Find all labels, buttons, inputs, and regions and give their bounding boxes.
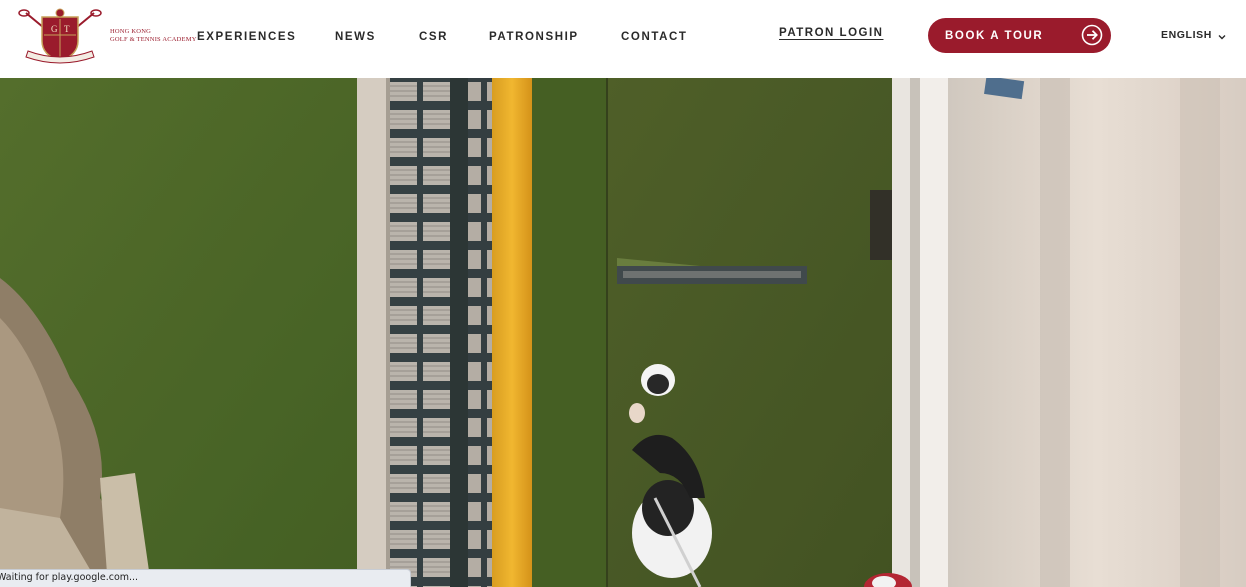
- logo-name-line2: GOLF & TENNIS ACADEMY: [110, 36, 197, 43]
- crest-letter-g: G: [51, 24, 58, 34]
- hero-video[interactable]: [0, 78, 1246, 587]
- patron-login-link[interactable]: PATRON LOGIN: [779, 27, 883, 39]
- book-a-tour-button[interactable]: BOOK A TOUR: [928, 18, 1111, 53]
- logo-name-line1: HONG KONG: [110, 28, 151, 35]
- nav-patronship[interactable]: PATRONSHIP: [489, 30, 579, 44]
- language-selector[interactable]: ENGLISH: [1161, 28, 1226, 41]
- browser-status-bar: Waiting for play.google.com...: [0, 569, 411, 587]
- site-header: G T HONG KONG GOLF & TENNIS ACADEMY EXPE…: [0, 0, 1246, 78]
- logo-wordmark: HONG KONG GOLF & TENNIS ACADEMY: [110, 28, 197, 44]
- hero-image: [0, 78, 1246, 587]
- chevron-down-icon: [1218, 35, 1226, 40]
- nav-contact[interactable]: CONTACT: [621, 30, 688, 44]
- nav-news[interactable]: NEWS: [335, 30, 376, 44]
- arrow-right-circle-icon: [1081, 24, 1103, 46]
- language-label: ENGLISH: [1161, 28, 1212, 41]
- nav-csr[interactable]: CSR: [419, 30, 448, 44]
- crest-letter-t: T: [64, 24, 70, 34]
- nav-experiences[interactable]: EXPERIENCES: [197, 30, 296, 44]
- logo-link[interactable]: G T HONG KONG GOLF & TENNIS ACADEMY: [14, 7, 196, 65]
- crest-logo-icon: G T: [18, 8, 102, 64]
- status-text: Waiting for play.google.com...: [0, 572, 139, 583]
- page: G T HONG KONG GOLF & TENNIS ACADEMY EXPE…: [0, 0, 1246, 587]
- book-a-tour-label: BOOK A TOUR: [945, 29, 1044, 42]
